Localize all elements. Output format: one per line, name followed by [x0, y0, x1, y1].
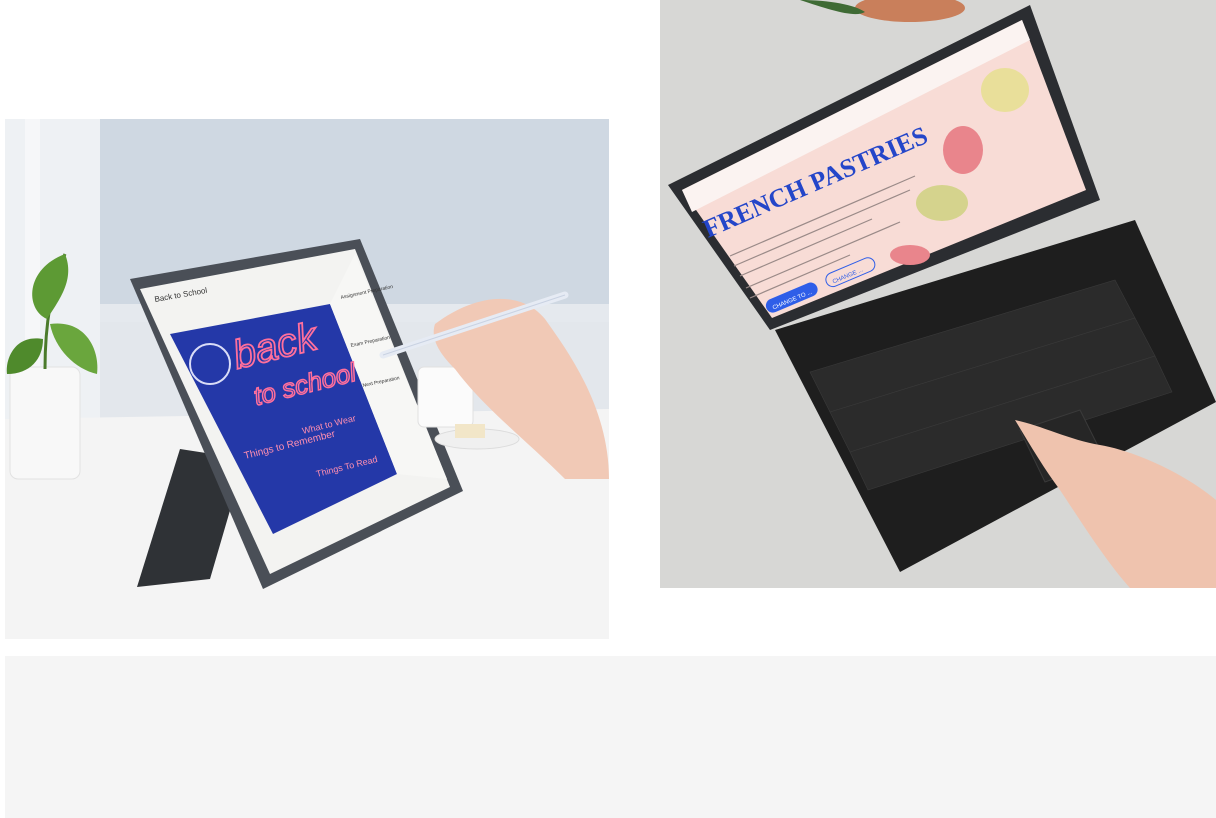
tablet-stylus-illustration: Back to School back to school Things to … — [5, 119, 609, 639]
bottom-band — [5, 656, 1216, 818]
tablet-keyboard-illustration: FRENCH PASTRIES CHANGE TO ... CHANGE ... — [660, 0, 1216, 588]
tablet-stylus-photo: Back to School back to school Things to … — [5, 119, 609, 639]
tablet-keyboard-photo: FRENCH PASTRIES CHANGE TO ... CHANGE ... — [660, 0, 1216, 588]
